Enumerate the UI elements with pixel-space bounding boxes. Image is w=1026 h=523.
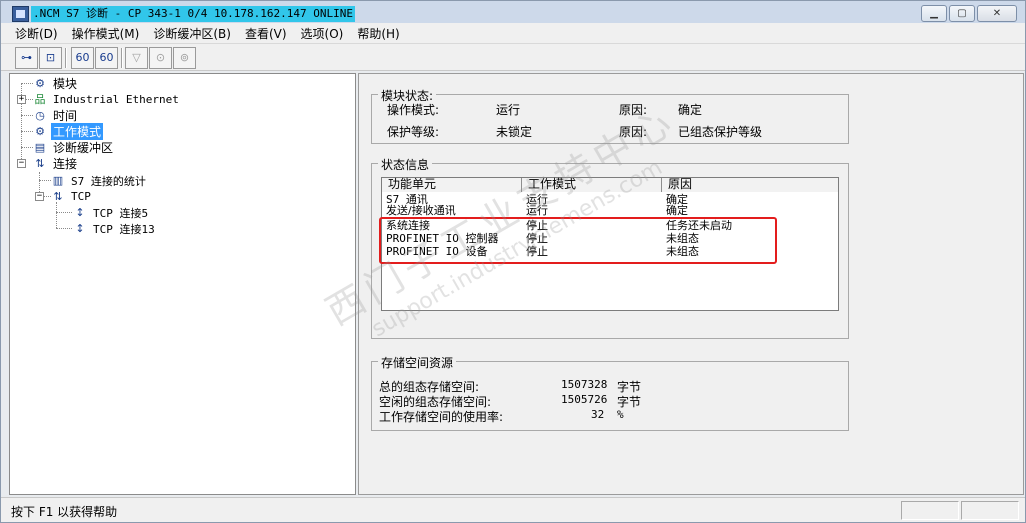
network-icon: 品	[34, 92, 46, 106]
list-header: 功能单元 工作模式 原因	[382, 178, 838, 192]
menu-options[interactable]: 选项(O)	[301, 25, 344, 42]
expand-industrial-ethernet[interactable]: +	[17, 95, 26, 104]
operating-mode-label: 操作模式:	[387, 103, 440, 117]
toolbar-separator	[65, 48, 67, 68]
cell-reason: 确定	[666, 204, 688, 217]
toolbar-separator	[121, 48, 123, 68]
tree-item-label: TCP	[71, 190, 91, 203]
module-icon: ⚙	[35, 124, 45, 138]
tree-item-time[interactable]: ◷ 时间	[32, 108, 79, 124]
window-controls: ▁ ▢ ✕	[919, 5, 1017, 22]
connect-icon[interactable]: ⊶	[15, 47, 38, 69]
connection-icon: ⇅	[53, 189, 63, 203]
stop-icon[interactable]: ⊚	[173, 47, 196, 69]
total-config-memory-value: 1507328	[561, 378, 608, 391]
tree-item-operating-mode[interactable]: ⚙ 工作模式	[32, 123, 104, 140]
work-memory-usage-value: 32	[591, 408, 605, 421]
tree-item-label: 工作模式	[51, 123, 104, 140]
buffer-icon: ▤	[34, 140, 46, 154]
tree-item-tcp-connection-5[interactable]: ↕ TCP 连接5	[72, 205, 150, 220]
status-panel	[901, 501, 959, 520]
toolbar: ⊶ ⊡ 60 60 ▽ ⊙ ⊚	[1, 43, 1025, 71]
statistics-icon: ▥	[52, 173, 64, 187]
status-panel	[961, 501, 1019, 520]
connection-icon: ⇅	[35, 156, 45, 170]
tree-line	[56, 228, 72, 229]
tree-item-label: 连接	[53, 157, 78, 171]
status-bar: 按下 F1 以获得帮助	[1, 497, 1025, 522]
window-title: .NCM S7 诊断 - CP 343-1 0/4 10.178.162.147…	[31, 6, 356, 22]
protection-level-label: 保护等级:	[387, 125, 440, 139]
menu-help[interactable]: 帮助(H)	[357, 25, 399, 42]
navigation-tree[interactable]: + − − ⚙ 模块 品 Industrial Ethernet ◷ 时间 ⚙ …	[9, 73, 356, 495]
disconnect-icon[interactable]: ⊡	[39, 47, 62, 69]
tree-line	[56, 202, 57, 228]
operating-mode-reason-label: 原因:	[619, 103, 648, 117]
cell-function-unit: 发送/接收通讯	[386, 204, 456, 217]
tree-item-module[interactable]: ⚙ 模块	[32, 76, 79, 92]
tree-item-label: Industrial Ethernet	[53, 93, 179, 106]
tree-item-connections[interactable]: ⇅ 连接	[32, 156, 79, 172]
tree-item-s7-statistics[interactable]: ▥ S7 连接的统计	[50, 173, 148, 188]
filter-icon[interactable]: ▽	[125, 47, 148, 69]
column-header-reason[interactable]: 原因	[662, 178, 838, 192]
group-title: 存储空间资源	[378, 354, 457, 371]
menu-bar: 诊断(D) 操作模式(M) 诊断缓冲区(B) 查看(V) 选项(O) 帮助(H)	[1, 23, 1025, 43]
app-icon[interactable]	[12, 6, 29, 22]
protection-level-value: 未锁定	[496, 125, 533, 139]
column-header-function-unit[interactable]: 功能单元	[382, 178, 522, 192]
group-title: 状态信息	[378, 156, 433, 173]
collapse-connections[interactable]: −	[17, 159, 26, 168]
column-header-operating-mode[interactable]: 工作模式	[522, 178, 662, 192]
module-status-group: 模块状态:	[371, 87, 849, 144]
tree-item-label: 诊断缓冲区	[53, 141, 114, 155]
module-icon: ⚙	[35, 76, 45, 90]
protection-level-reason-label: 原因:	[619, 125, 648, 139]
maximize-icon[interactable]: ▢	[949, 5, 975, 22]
tree-item-tcp[interactable]: ⇅ TCP	[50, 189, 93, 204]
menu-diagnostic-buffer[interactable]: 诊断缓冲区(B)	[153, 25, 231, 42]
link-icon: ↕	[75, 221, 85, 235]
work-memory-usage-label: 工作存储空间的使用率:	[379, 410, 504, 424]
tree-item-industrial-ethernet[interactable]: 品 Industrial Ethernet	[32, 92, 181, 107]
tree-item-diagnostic-buffer[interactable]: ▤ 诊断缓冲区	[32, 140, 115, 156]
table-row[interactable]: 发送/接收通讯 运行 确定	[382, 204, 838, 217]
work-memory-usage-unit: %	[617, 408, 624, 421]
app-window: .NCM S7 诊断 - CP 343-1 0/4 10.178.162.147…	[0, 0, 1026, 523]
run-icon[interactable]: ⊙	[149, 47, 172, 69]
minimize-icon[interactable]: ▁	[921, 5, 947, 22]
tree-line	[56, 212, 72, 213]
tree-item-label: S7 连接的统计	[71, 174, 146, 188]
tree-item-label: TCP 连接5	[93, 206, 149, 220]
collapse-tcp[interactable]: −	[35, 192, 44, 201]
monitor-icon[interactable]: 60	[71, 47, 94, 69]
tree-item-label: 时间	[53, 109, 78, 123]
protection-level-reason: 已组态保护等级	[678, 125, 763, 139]
close-icon[interactable]: ✕	[977, 5, 1017, 22]
status-text: 按下 F1 以获得帮助	[11, 505, 118, 519]
cell-operating-mode: 运行	[526, 204, 548, 217]
operating-mode-value: 运行	[496, 103, 521, 117]
operating-mode-reason: 确定	[678, 103, 703, 117]
tree-item-label: 模块	[53, 77, 78, 91]
menu-operating-mode[interactable]: 操作模式(M)	[72, 25, 140, 42]
tree-item-tcp-connection-13[interactable]: ↕ TCP 连接13	[72, 221, 157, 236]
monitor-all-icon[interactable]: 60	[95, 47, 118, 69]
tree-item-label: TCP 连接13	[93, 222, 155, 236]
free-config-memory-value: 1505726	[561, 393, 608, 406]
link-icon: ↕	[75, 205, 85, 219]
menu-diagnose[interactable]: 诊断(D)	[15, 25, 58, 42]
menu-view[interactable]: 查看(V)	[245, 25, 287, 42]
clock-icon: ◷	[35, 108, 45, 122]
highlight-annotation	[379, 217, 777, 264]
